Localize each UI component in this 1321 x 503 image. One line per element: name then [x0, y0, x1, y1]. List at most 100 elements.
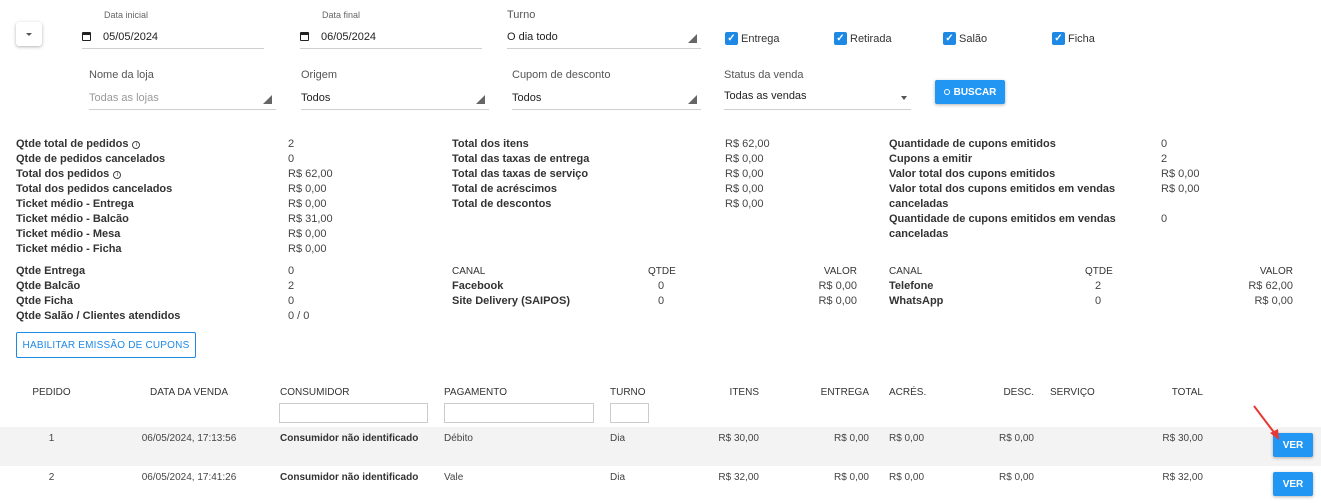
canal-table-a: CANAL QTDE VALOR Facebook 0 R$ 0,00 Site De… [452, 264, 857, 309]
checkbox-entrega[interactable]: ✓ Entrega [725, 32, 780, 45]
summary-value: R$ 0,00 [725, 198, 764, 210]
checkbox-retirada[interactable]: ✓ Retirada [834, 32, 892, 45]
status-value: Todas as vendas [724, 89, 807, 102]
summary-label-text: Total dos itens [452, 138, 529, 150]
canal-name: WhatsApp [889, 295, 944, 307]
data-final-field[interactable]: 06/05/2024 [300, 25, 482, 49]
search-icon [943, 89, 950, 95]
loja-select[interactable]: Todas as lojas [89, 86, 276, 110]
cupom-label: Cupom de desconto [512, 69, 611, 81]
summary-label: Total dos pedidos i [16, 167, 258, 182]
origem-label: Origem [301, 69, 338, 81]
summary-label-text: Qtde Ficha [16, 295, 73, 307]
consumidor-filter-input[interactable] [279, 403, 428, 423]
summary-label-text: Ticket médio - Balcão [16, 213, 129, 225]
cell-pagamento: Débito [444, 433, 473, 444]
summary-row: Qtde de pedidos cancelados 0 [16, 152, 356, 167]
canal-row: Telefone 2 R$ 62,00 [889, 279, 1293, 294]
summary-label-text: Qtde Salão / Clientes atendidos [16, 310, 181, 322]
summary-value: R$ 0,00 [725, 153, 764, 165]
th-consumidor: CONSUMIDOR [280, 387, 350, 398]
cell-turno: Dia [610, 472, 626, 483]
table-row: 2 06/05/2024, 17:41:26 Consumidor não iden… [0, 472, 1321, 496]
buscar-button[interactable]: BUSCAR [935, 80, 1005, 104]
summary-value: R$ 62,00 [725, 138, 770, 150]
origem-value: Todos [301, 91, 331, 104]
summary-value: R$ 0,00 [288, 228, 327, 240]
summary-label-text: Qtde total de pedidos [16, 138, 129, 150]
checkbox-salao[interactable]: ✓ Salão [943, 32, 987, 45]
summary-row: Qtde Balcão 2 [16, 279, 356, 294]
summary-row: Total de acréscimos R$ 0,00 [452, 182, 792, 197]
checkbox-retirada-label: Retirada [850, 32, 892, 45]
summary-label-text: Total das taxas de serviço [452, 168, 589, 180]
th-entrega: ENTREGA [820, 387, 869, 398]
cell-total: R$ 30,00 [1162, 433, 1203, 444]
summary-label: Valor total dos cupons emitidos em venda… [889, 182, 1131, 212]
turno-select[interactable]: O dia todo [507, 25, 701, 49]
summary-row: Valor total dos cupons emitidos em venda… [889, 182, 1229, 212]
status-select[interactable]: Todas as vendas [724, 82, 911, 110]
summary-row: Qtde Salão / Clientes atendidos 0 / 0 [16, 309, 356, 324]
table-row: 1 06/05/2024, 17:13:56 Consumidor não iden… [0, 433, 1321, 457]
summary-label: Total dos pedidos cancelados [16, 182, 258, 197]
qtde-header: QTDE [1085, 266, 1113, 277]
th-pagamento: PAGAMENTO [444, 387, 507, 398]
summary-label-text: Cupons a emitir [889, 153, 973, 165]
summary-label-text: Total das taxas de entrega [452, 153, 590, 165]
cell-desc: R$ 0,00 [998, 433, 1034, 444]
canal-name: Facebook [452, 280, 504, 292]
summary-label-text: Total de acréscimos [452, 183, 557, 195]
canal-qtde: 0 [1095, 295, 1102, 307]
info-icon: i [113, 171, 122, 179]
summary-label: Quantidade de cupons emitidos [889, 137, 1131, 152]
summary-row: Total dos pedidos i R$ 62,00 [16, 167, 356, 182]
summary-value: 0 [1161, 138, 1168, 150]
summary-row: Valor total dos cupons emitidos R$ 0,00 [889, 167, 1229, 182]
summary-value: R$ 62,00 [288, 168, 333, 180]
summary-label-text: Ticket médio - Entrega [16, 198, 134, 210]
data-inicial-label: Data inicial [104, 10, 149, 20]
cell-pedido: 2 [48, 472, 55, 483]
summary-items-column: Total dos itens R$ 62,00 Total das taxas d… [452, 137, 792, 212]
summary-label: Cupons a emitir [889, 152, 1131, 167]
th-itens: ITENS [729, 387, 759, 398]
summary-label-text: Quantidade de cupons emitidos [889, 138, 1056, 150]
origem-select[interactable]: Todos [301, 86, 489, 110]
summary-value: 2 [288, 138, 295, 150]
habilitar-cupons-button[interactable]: HABILITAR EMISSÃO DE CUPONS [16, 332, 196, 358]
summary-label: Ticket médio - Entrega [16, 197, 258, 212]
cell-turno: Dia [610, 433, 626, 444]
cell-acres: R$ 0,00 [889, 433, 925, 444]
canal-table-b: CANAL QTDE VALOR Telefone 2 R$ 62,00 WhatsA… [889, 264, 1293, 309]
cell-itens: R$ 32,00 [718, 472, 759, 483]
summary-value: R$ 0,00 [288, 243, 327, 255]
checkbox-ficha-label: Ficha [1068, 32, 1095, 45]
data-inicial-field[interactable]: 05/05/2024 [82, 25, 264, 49]
canal-qtde: 0 [658, 295, 665, 307]
cell-data-venda: 06/05/2024, 17:13:56 [141, 433, 237, 444]
cell-consumidor: Consumidor não identificado [280, 433, 419, 444]
summary-value: 2 [1161, 153, 1168, 165]
filters-toggle-button[interactable] [16, 22, 42, 46]
summary-row: Total dos itens R$ 62,00 [452, 137, 792, 152]
loja-value: Todas as lojas [89, 91, 159, 104]
cell-pagamento: Vale [444, 472, 464, 483]
canal-name: Site Delivery (SAIPOS) [452, 295, 570, 307]
summary-value: 0 [288, 295, 295, 307]
summary-value: 0 [288, 153, 295, 165]
summary-label-text: Ticket médio - Ficha [16, 243, 122, 255]
info-icon: i [132, 141, 141, 149]
pagamento-filter-input[interactable] [444, 403, 594, 423]
summary-label: Total das taxas de entrega [452, 152, 695, 167]
summary-row: Qtde Entrega 0 [16, 264, 356, 279]
summary-value: R$ 0,00 [725, 168, 764, 180]
ver-button[interactable]: VER [1273, 472, 1313, 496]
cell-itens: R$ 30,00 [718, 433, 759, 444]
checkmark-icon: ✓ [834, 32, 847, 45]
cupom-select[interactable]: Todos [512, 86, 701, 110]
summary-label-text: Valor total dos cupons emitidos em venda… [889, 183, 1116, 195]
turno-filter-input[interactable] [610, 403, 649, 423]
checkbox-ficha[interactable]: ✓ Ficha [1052, 32, 1095, 45]
canal-name: Telefone [889, 280, 934, 292]
